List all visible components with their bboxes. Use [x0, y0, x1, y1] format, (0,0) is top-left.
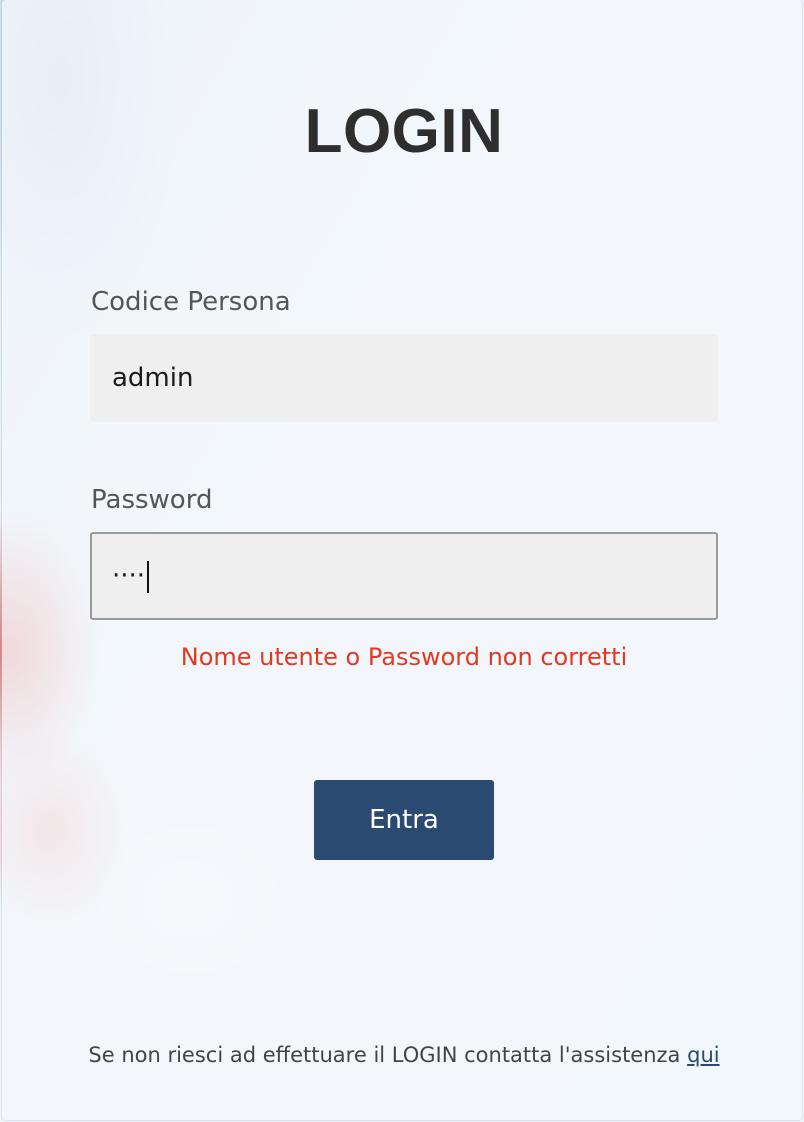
help-footer: Se non riesci ad effettuare il LOGIN con… [2, 1043, 804, 1067]
username-input[interactable]: admin [90, 334, 718, 422]
password-masked-value: ···· [112, 561, 146, 591]
password-input[interactable]: ···· [90, 532, 718, 620]
login-card: LOGIN Codice Persona admin Password ····… [2, 0, 802, 1120]
text-caret [147, 560, 150, 593]
username-label: Codice Persona [91, 287, 291, 317]
password-label: Password [91, 485, 213, 515]
help-text: Se non riesci ad effettuare il LOGIN con… [88, 1043, 688, 1067]
help-link[interactable]: qui [687, 1043, 719, 1067]
username-value: admin [112, 363, 194, 393]
submit-button[interactable]: Entra [314, 780, 494, 860]
error-message: Nome utente o Password non corretti [180, 643, 628, 671]
page-title: LOGIN [304, 97, 504, 166]
